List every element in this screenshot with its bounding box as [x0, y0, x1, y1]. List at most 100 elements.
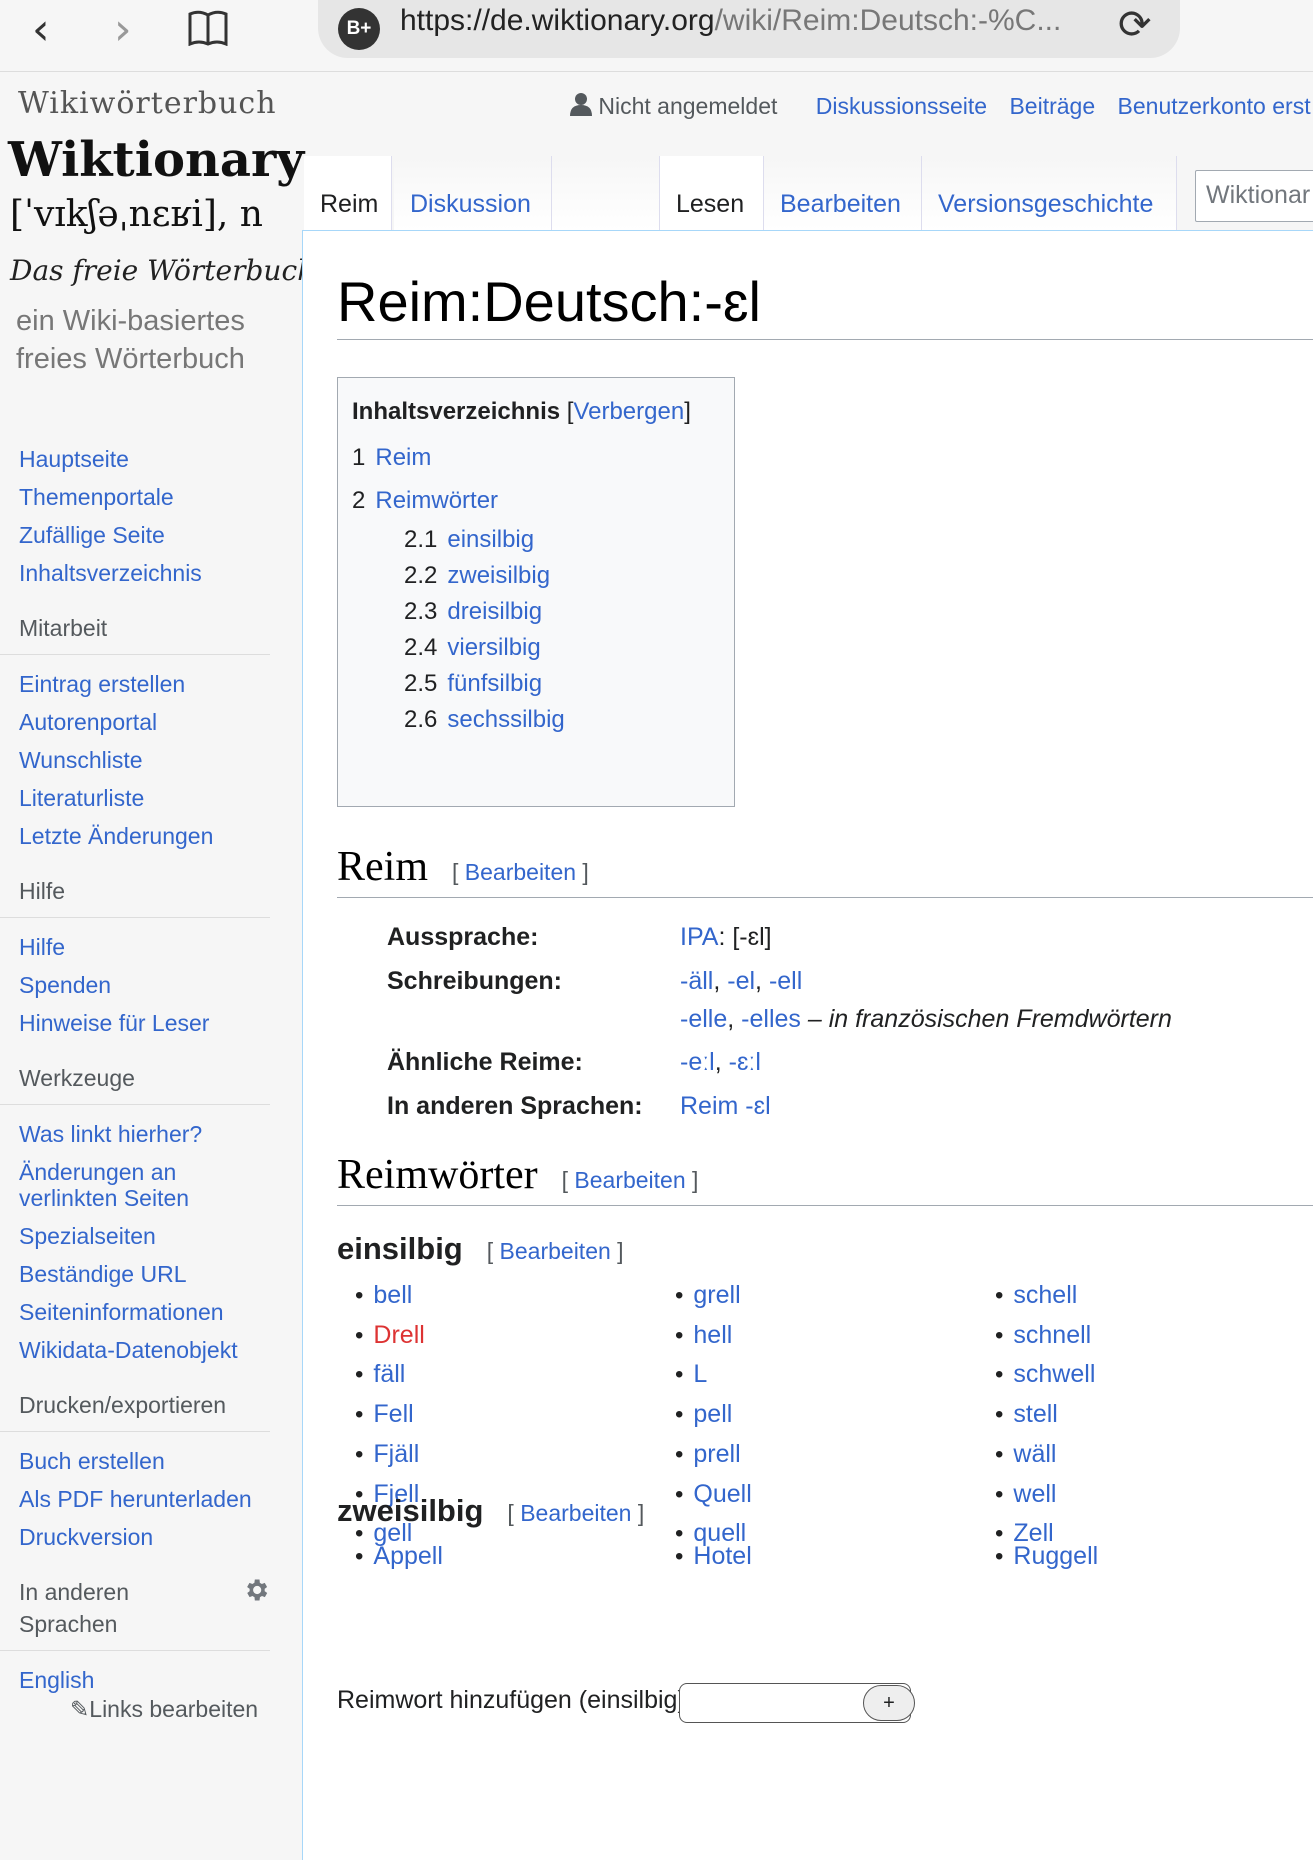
rhyme-word-link[interactable]: well [1013, 1480, 1056, 1508]
edit-section-einsilbig-link[interactable]: Bearbeiten [500, 1238, 611, 1264]
rhyme-word-link[interactable]: bell [373, 1281, 412, 1309]
aussprache-label: Aussprache: [387, 923, 539, 951]
tab-bearbeiten[interactable]: Bearbeiten [764, 156, 922, 230]
links-bearbeiten-label: Links bearbeiten [89, 1696, 259, 1722]
sidebar-item-letzte-aenderungen[interactable]: Letzte Änderungen [19, 823, 213, 849]
search-input[interactable]: Wiktionar [1195, 170, 1313, 222]
sidebar-item-bestaendige-url[interactable]: Beständige URL [19, 1261, 187, 1287]
language-settings-gear-icon[interactable] [242, 1576, 270, 1612]
sidebar-item-was-linkt-hierher[interactable]: Was linkt hierher? [19, 1121, 202, 1147]
sidebar-item-hilfe[interactable]: Hilfe [19, 934, 65, 960]
forward-icon[interactable]: › [114, 4, 132, 55]
back-icon[interactable]: ‹ [32, 4, 50, 55]
sidebar-item-hinweise-fuer-leser[interactable]: Hinweise für Leser [19, 1010, 209, 1036]
rhyme-word-link[interactable]: hell [693, 1321, 732, 1349]
sidebar-item-buch-erstellen[interactable]: Buch erstellen [19, 1448, 165, 1474]
schreibungen-label: Schreibungen: [387, 967, 563, 995]
user-status-label: Nicht angemeldet [598, 93, 778, 119]
sidebar-item-themenportale[interactable]: Themenportale [19, 484, 174, 510]
sidebar-sprachen: In anderen Sprachen English ✎Links bearb… [0, 1576, 300, 1722]
toc-item-reim[interactable]: 1 Reim [352, 436, 720, 479]
schreibung-note: – in französischen Fremdwörtern [807, 1005, 1172, 1033]
b-plus-extension-icon[interactable]: B+ [338, 8, 380, 50]
rhyme-word-link[interactable]: grell [693, 1281, 740, 1309]
sidebar-item-aenderungen-an-verlinkten-seiten[interactable]: Änderungen an verlinkten Seiten [19, 1159, 189, 1211]
logo-line-wikiwoerterbuch: Wikiwörterbuch [18, 86, 277, 121]
edit-section-zweisilbig-link[interactable]: Bearbeiten [520, 1500, 631, 1526]
personal-discussion-link[interactable]: Diskussionsseite [816, 93, 987, 119]
toc-item-dreisilbig[interactable]: 2.3 dreisilbig [352, 594, 720, 630]
reload-icon[interactable]: ⟳ [1118, 2, 1152, 48]
rhyme-word-link[interactable]: L [693, 1360, 707, 1388]
sidebar-item-english[interactable]: English [19, 1667, 94, 1693]
schreibung-link[interactable]: -äll [680, 967, 713, 995]
subsection-heading-einsilbig: einsilbig[ Bearbeiten ] [337, 1231, 624, 1266]
rhyme-word-link[interactable]: fäll [373, 1360, 405, 1388]
schreibung-link[interactable]: -el [727, 967, 755, 995]
sidebar-item-spenden[interactable]: Spenden [19, 972, 111, 998]
toc-toggle-link[interactable]: Verbergen [573, 398, 684, 425]
tab-diskussion[interactable]: Diskussion [394, 156, 552, 230]
toc-title-label: Inhaltsverzeichnis [352, 398, 561, 425]
rhyme-word-link[interactable]: schell [1013, 1281, 1077, 1309]
tab-lesen[interactable]: Lesen [660, 156, 764, 230]
schreibung-link[interactable]: -ell [769, 967, 802, 995]
sidebar-item-hauptseite[interactable]: Hauptseite [19, 446, 129, 472]
sidebar-item-als-pdf-herunterladen[interactable]: Als PDF herunterladen [19, 1486, 252, 1512]
sidebar-werkzeuge: Werkzeuge Was linkt hierher? Änderungen … [0, 1062, 300, 1369]
toc-item-sechssilbig[interactable]: 2.6 sechssilbig [352, 702, 720, 738]
sidebar-item-spezialseiten[interactable]: Spezialseiten [19, 1223, 156, 1249]
address-bar[interactable]: B+ https://de.wiktionary.org/wiki/Reim:D… [318, 0, 1180, 58]
andere-sprachen-label: In anderen Sprachen: [387, 1092, 643, 1120]
toc-num: 1 [352, 444, 366, 471]
rhyme-word-link[interactable]: pell [693, 1400, 732, 1428]
add-rhyme-button[interactable]: + [863, 1685, 915, 1721]
personal-contributions-link[interactable]: Beiträge [1009, 93, 1095, 119]
toc-item-fuenfsilbig[interactable]: 2.5 fünfsilbig [352, 666, 720, 702]
aehnlicher-reim-link[interactable]: -ɛːl [729, 1048, 761, 1076]
rhyme-word-link[interactable]: stell [1013, 1400, 1057, 1428]
schreibung-link[interactable]: -elle [680, 1005, 727, 1033]
sidebar-item-literaturliste[interactable]: Literaturliste [19, 785, 144, 811]
rhyme-word-link[interactable]: Fell [373, 1400, 413, 1428]
sidebar-item-eintrag-erstellen[interactable]: Eintrag erstellen [19, 671, 185, 697]
toc-item-zweisilbig[interactable]: 2.2 zweisilbig [352, 558, 720, 594]
rhyme-word-link[interactable]: Hotel [693, 1542, 751, 1570]
rhyme-word-link[interactable]: Appell [373, 1542, 443, 1570]
sidebar-item-seiteninformationen[interactable]: Seiteninformationen [19, 1299, 224, 1325]
toc-link: einsilbig [447, 526, 535, 553]
sidebar-item-wikidata-datenobjekt[interactable]: Wikidata-Datenobjekt [19, 1337, 238, 1363]
rhyme-word-link[interactable]: schnell [1013, 1321, 1091, 1349]
sidebar-item-autorenportal[interactable]: Autorenportal [19, 709, 157, 735]
edit-section-reimwoerter-link[interactable]: Bearbeiten [574, 1167, 685, 1193]
toc-item-viersilbig[interactable]: 2.4 viersilbig [352, 630, 720, 666]
rhyme-word-link[interactable]: wäll [1013, 1440, 1056, 1468]
sidebar-item-inhaltsverzeichnis[interactable]: Inhaltsverzeichnis [19, 560, 202, 586]
rhyme-word-link[interactable]: prell [693, 1440, 740, 1468]
sidebar-item-druckversion[interactable]: Druckversion [19, 1524, 153, 1550]
tab-reim[interactable]: Reim [304, 156, 392, 230]
tab-bearbeiten-label: Bearbeiten [780, 190, 901, 218]
andere-sprachen-link[interactable]: Reim -ɛl [680, 1092, 771, 1120]
sidebar-item-zufaellige-seite[interactable]: Zufällige Seite [19, 522, 165, 548]
sidebar-heading-sprachen-label: In anderen Sprachen [19, 1579, 129, 1637]
personal-create-account-link[interactable]: Benutzerkonto erst [1118, 93, 1311, 119]
sidebar-item-wunschliste[interactable]: Wunschliste [19, 747, 143, 773]
rhyme-word-link[interactable]: schwell [1013, 1360, 1095, 1388]
toc-link: Reim [375, 444, 432, 471]
toc-item-einsilbig[interactable]: 2.1 einsilbig [352, 522, 720, 558]
reader-book-icon[interactable] [188, 6, 228, 57]
rhyme-word-missing-link[interactable]: Drell [373, 1321, 424, 1349]
schreibung-link[interactable]: -elles [741, 1005, 801, 1033]
rhyme-word-link[interactable]: Quell [693, 1480, 751, 1508]
rhyme-word-link[interactable]: Ruggell [1013, 1542, 1098, 1570]
links-bearbeiten[interactable]: ✎Links bearbeiten [0, 1696, 300, 1722]
tab-versionsgeschichte[interactable]: Versionsgeschichte [922, 156, 1177, 230]
sidebar-navigation: Hauptseite Themenportale Zufällige Seite… [0, 440, 300, 592]
edit-section-reim-link[interactable]: Bearbeiten [465, 859, 576, 885]
ipa-link[interactable]: IPA [680, 923, 718, 951]
toc-item-reimwoerter[interactable]: 2 Reimwörter [352, 479, 720, 522]
aehnlicher-reim-link[interactable]: -eːl [680, 1048, 715, 1076]
rhyme-word-link[interactable]: Fjäll [373, 1440, 419, 1468]
logo-line-wiktionary: Wiktionary [8, 132, 305, 188]
